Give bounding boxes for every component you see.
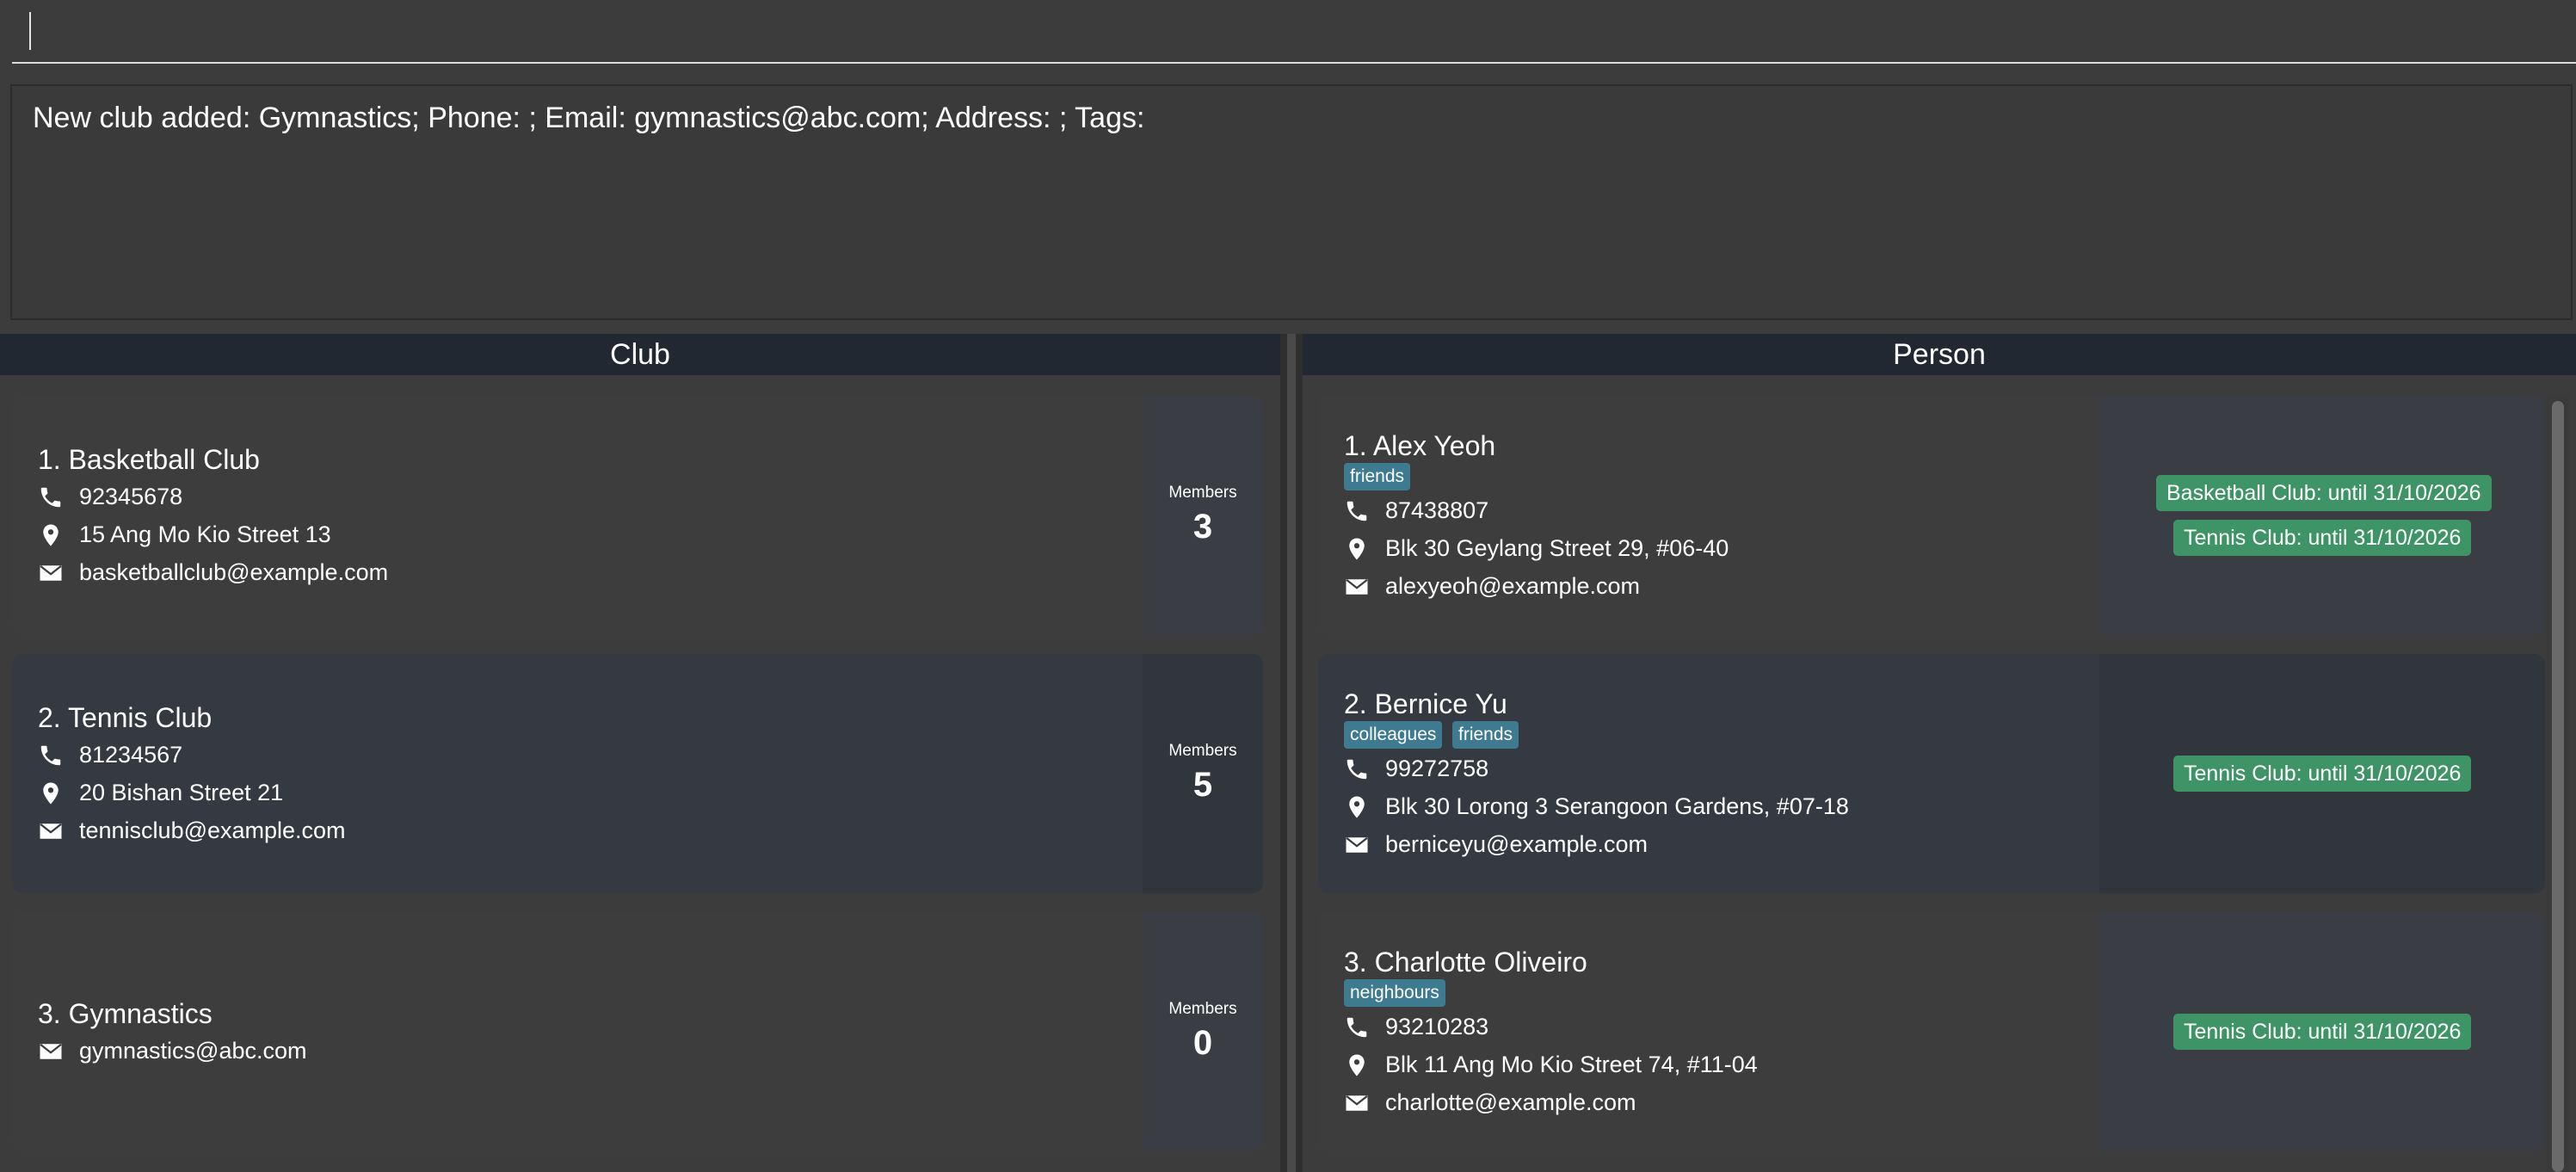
club-address: 15 Ang Mo Kio Street 13	[38, 521, 331, 548]
person-address: Blk 30 Lorong 3 Serangoon Gardens, #07-1…	[1344, 793, 1849, 820]
person-name: 2. Bernice Yu	[1344, 688, 1507, 719]
person-address: Blk 11 Ang Mo Kio Street 74, #11-04	[1344, 1052, 1758, 1078]
memberships-box: Tennis Club: until 31/10/2026	[2099, 654, 2545, 893]
location-pin-icon	[1349, 796, 1365, 817]
memberships-box: Tennis Club: until 31/10/2026	[2099, 912, 2545, 1151]
club-phone-text: 81234567	[79, 742, 183, 768]
members-count: 0	[1192, 1024, 1213, 1062]
club-card[interactable]: Members 0 3. Gymnastics gymnastics@abc.c…	[12, 912, 1263, 1151]
location-pin-icon	[1349, 1054, 1365, 1076]
members-label: Members	[1168, 484, 1237, 502]
membership-badge: Tennis Club: until 31/10/2026	[2173, 520, 2472, 556]
person-tag: friends	[1452, 721, 1519, 749]
envelope-icon	[40, 1043, 62, 1059]
membership-badge: Tennis Club: until 31/10/2026	[2173, 1014, 2472, 1050]
club-email: basketballclub@example.com	[38, 559, 388, 586]
members-box: Members 0	[1143, 912, 1263, 1151]
members-box: Members 3	[1143, 396, 1263, 635]
members-count: 3	[1192, 508, 1213, 546]
person-email-text: charlotte@example.com	[1385, 1089, 1636, 1115]
location-pin-icon	[1349, 538, 1365, 559]
result-display: New club added: Gymnastics; Phone: ; Ema…	[10, 84, 2573, 320]
club-address-text: 20 Bishan Street 21	[79, 780, 284, 805]
person-name: 1. Alex Yeoh	[1344, 430, 1496, 461]
club-phone: 81234567	[38, 742, 182, 768]
person-panel-header: Person	[1303, 334, 2576, 375]
command-input[interactable]	[38, 9, 2536, 53]
person-address-text: Blk 30 Geylang Street 29, #06-40	[1385, 535, 1729, 561]
location-pin-icon	[43, 782, 59, 804]
person-address-text: Blk 30 Lorong 3 Serangoon Gardens, #07-1…	[1385, 793, 1849, 819]
members-count: 5	[1192, 766, 1213, 804]
person-card[interactable]: Basketball Club: until 31/10/2026 Tennis…	[1318, 396, 2545, 635]
members-box: Members 5	[1143, 654, 1263, 893]
person-phone-text: 93210283	[1385, 1014, 1489, 1039]
envelope-icon	[40, 564, 62, 581]
club-phone: 92345678	[38, 484, 182, 510]
person-tag: colleagues	[1344, 721, 1443, 749]
phone-icon	[1347, 1017, 1367, 1037]
person-card[interactable]: Tennis Club: until 31/10/2026 2. Bernice…	[1318, 654, 2545, 893]
person-email-text: berniceyu@example.com	[1385, 831, 1649, 857]
person-panel-title: Person	[1893, 338, 1986, 371]
club-name: 1. Basketball Club	[38, 444, 260, 475]
phone-icon	[40, 745, 61, 765]
text-caret	[29, 12, 31, 50]
club-email-text: gymnastics@abc.com	[79, 1038, 307, 1064]
members-label: Members	[1168, 742, 1237, 760]
club-name: 2. Tennis Club	[38, 702, 213, 733]
club-phone-text: 92345678	[79, 484, 183, 509]
club-card[interactable]: Members 5 2. Tennis Club 81234567 20 Bis…	[12, 654, 1263, 893]
person-tag: friends	[1344, 463, 1411, 490]
person-tag: neighbours	[1344, 979, 1445, 1007]
club-name: 3. Gymnastics	[38, 998, 213, 1029]
membership-badge: Tennis Club: until 31/10/2026	[2173, 756, 2472, 792]
club-panel-title: Club	[610, 338, 670, 371]
split-pane-handle[interactable]	[1287, 334, 1296, 1172]
person-phone-text: 99272758	[1385, 756, 1489, 781]
members-label: Members	[1168, 1000, 1237, 1018]
person-email: alexyeoh@example.com	[1344, 573, 1640, 600]
command-box[interactable]	[12, 0, 2576, 64]
result-text: New club added: Gymnastics; Phone: ; Ema…	[33, 102, 1145, 134]
location-pin-icon	[43, 524, 59, 546]
club-email: tennisclub@example.com	[38, 817, 346, 844]
person-name: 3. Charlotte Oliveiro	[1344, 947, 1587, 978]
person-card[interactable]: Tennis Club: until 31/10/2026 3. Charlot…	[1318, 912, 2545, 1151]
envelope-icon	[1346, 578, 1368, 595]
club-address: 20 Bishan Street 21	[38, 780, 283, 806]
membership-badge: Basketball Club: until 31/10/2026	[2156, 475, 2492, 511]
club-email-text: basketballclub@example.com	[79, 559, 389, 585]
person-phone: 99272758	[1344, 756, 1488, 782]
person-phone-text: 87438807	[1385, 497, 1489, 523]
person-phone: 87438807	[1344, 497, 1488, 524]
envelope-icon	[40, 823, 62, 839]
envelope-icon	[1346, 836, 1368, 853]
person-address-text: Blk 11 Ang Mo Kio Street 74, #11-04	[1385, 1052, 1758, 1077]
club-email-text: tennisclub@example.com	[79, 817, 346, 843]
person-phone: 93210283	[1344, 1014, 1488, 1040]
person-list-scroll-thumb[interactable]	[2552, 401, 2564, 1172]
club-address-text: 15 Ang Mo Kio Street 13	[79, 521, 331, 547]
club-email: gymnastics@abc.com	[38, 1038, 307, 1064]
phone-icon	[40, 487, 61, 507]
club-panel-header: Club	[0, 334, 1280, 375]
person-email: charlotte@example.com	[1344, 1089, 1636, 1116]
memberships-box: Basketball Club: until 31/10/2026 Tennis…	[2099, 396, 2545, 635]
club-card[interactable]: Members 3 1. Basketball Club 92345678 15…	[12, 396, 1263, 635]
envelope-icon	[1346, 1095, 1368, 1111]
phone-icon	[1347, 501, 1367, 521]
person-email-text: alexyeoh@example.com	[1385, 573, 1641, 599]
person-email: berniceyu@example.com	[1344, 831, 1648, 858]
phone-icon	[1347, 759, 1367, 779]
person-address: Blk 30 Geylang Street 29, #06-40	[1344, 535, 1729, 562]
